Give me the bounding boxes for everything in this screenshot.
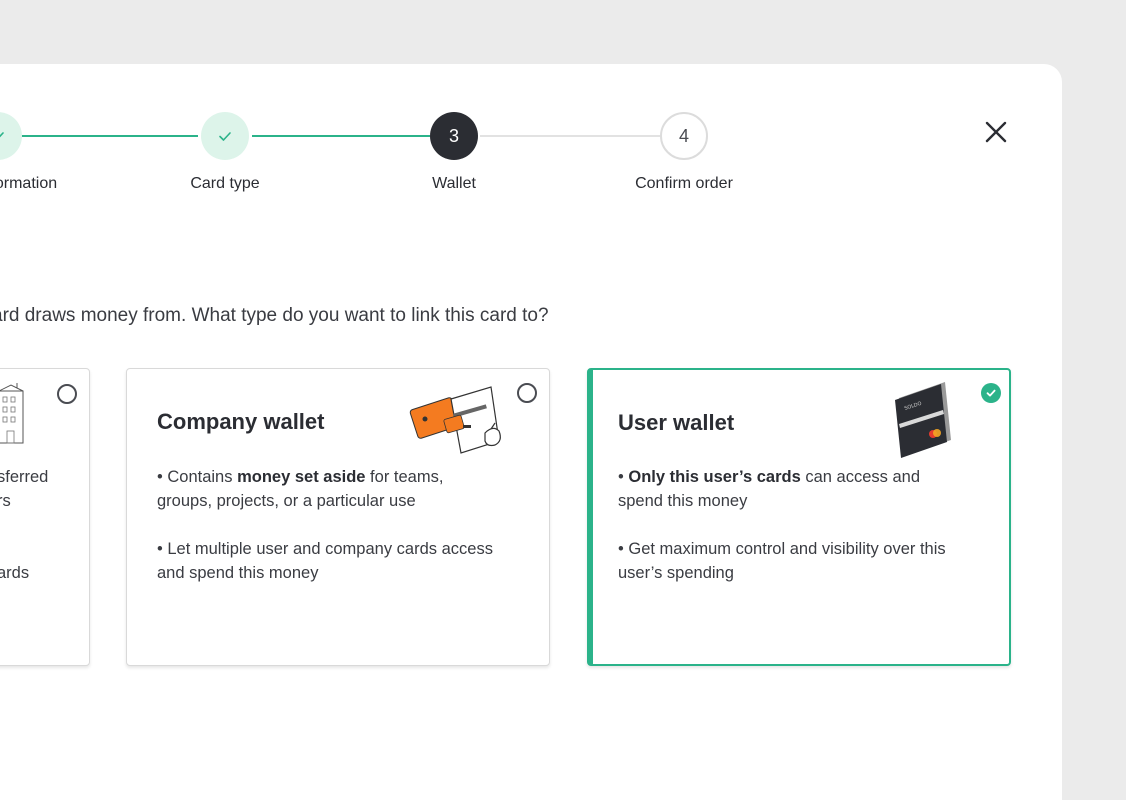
stepper-line-3 xyxy=(480,135,660,137)
left-card-text-1: sferred xyxy=(0,468,49,486)
step-3-label: Wallet xyxy=(432,175,476,192)
check-icon xyxy=(0,132,4,138)
wallet-option-user[interactable]: User wallet SOLDO • Only this user’s car… xyxy=(587,368,1011,666)
wallet-question: ard draws money from. What type do you w… xyxy=(0,305,549,326)
app-background: ormation Card type 3 Wallet 4 Confirm or… xyxy=(0,0,1126,800)
stepper-line-2 xyxy=(252,135,430,137)
company-wallet-bullet-1: • Contains money set aside for teams, gr… xyxy=(157,468,444,510)
company-wallet-illustration-icon xyxy=(409,386,501,454)
left-card-text-2: rs xyxy=(0,492,11,510)
radio-company[interactable] xyxy=(517,383,537,403)
step-3-circle: 3 xyxy=(430,112,478,160)
step-2-label: Card type xyxy=(190,175,260,192)
step-1-label: ormation xyxy=(0,175,58,192)
wallet-option-company[interactable]: Company wallet • Contains money set asid… xyxy=(126,368,550,666)
radio-user-checked[interactable] xyxy=(981,383,1001,403)
company-wallet-title: Company wallet xyxy=(157,409,325,434)
check-icon xyxy=(986,389,996,397)
left-card-text-3: ards xyxy=(0,564,30,582)
close-button[interactable] xyxy=(980,116,1012,148)
company-wallet-bullet-2: • Let multiple user and company cards ac… xyxy=(157,540,493,582)
close-icon xyxy=(985,121,1007,143)
radio-left[interactable] xyxy=(57,384,77,404)
payment-card-icon: SOLDO xyxy=(895,382,951,458)
step-4-circle: 4 xyxy=(660,112,708,160)
wallet-option-card-left[interactable]: sferred rs ards xyxy=(0,368,90,666)
user-wallet-bullet-1: • Only this user’s cards can access and … xyxy=(618,468,921,510)
step-2-circle xyxy=(201,112,249,160)
step-4-label: Confirm order xyxy=(635,175,733,192)
check-icon xyxy=(219,132,231,141)
user-wallet-title: User wallet xyxy=(618,410,735,435)
user-wallet-bullet-2: • Get maximum control and visibility ove… xyxy=(618,540,946,582)
building-icon xyxy=(0,383,24,444)
stepper-line-1 xyxy=(20,135,198,137)
